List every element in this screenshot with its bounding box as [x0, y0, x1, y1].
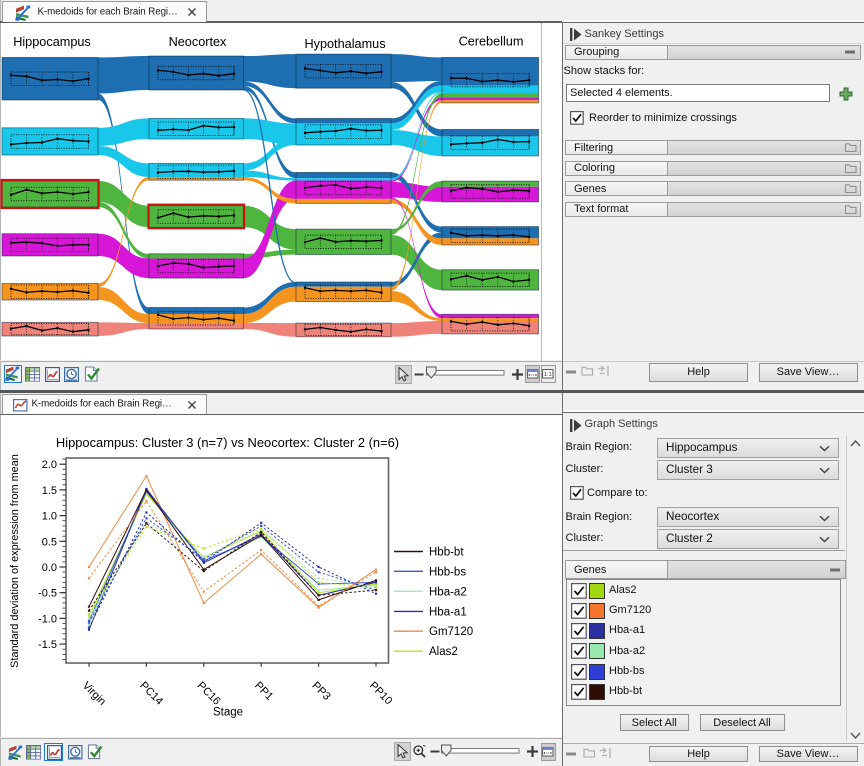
svg-text:Standard deviation of expressi: Standard deviation of expression from me…	[9, 454, 21, 668]
svg-text:1:1: 1:1	[544, 372, 552, 378]
svg-text:Stage: Stage	[213, 707, 243, 719]
svg-text:PP1: PP1	[252, 680, 275, 703]
svg-text:Neocortex: Neocortex	[169, 34, 227, 48]
svg-text:Virgin: Virgin	[80, 680, 108, 708]
svg-text:Hba-a2: Hba-a2	[429, 586, 467, 598]
svg-text:Hbb-bt: Hbb-bt	[429, 547, 464, 559]
svg-text:Alas2: Alas2	[429, 646, 458, 658]
svg-text:0.0: 0.0	[42, 562, 57, 574]
svg-text:Hbb-bs: Hbb-bs	[429, 566, 466, 578]
svg-text:1.0: 1.0	[42, 511, 57, 523]
svg-text:0.5: 0.5	[42, 536, 57, 548]
svg-text:Hypothalamus: Hypothalamus	[304, 36, 385, 50]
svg-text:PP10: PP10	[367, 680, 395, 708]
svg-text:-1.5: -1.5	[38, 639, 57, 651]
svg-text:Hba-a1: Hba-a1	[429, 607, 467, 619]
svg-text:PC16: PC16	[195, 680, 223, 708]
svg-text:1.5: 1.5	[42, 485, 57, 497]
svg-text:Gm7120: Gm7120	[429, 626, 473, 638]
svg-text:Hippocampus: Cluster 3 (n=7) v: Hippocampus: Cluster 3 (n=7) vs Neocorte…	[56, 435, 399, 450]
svg-text:PP3: PP3	[309, 680, 332, 703]
svg-text:-1.0: -1.0	[38, 614, 57, 626]
svg-text:-0.5: -0.5	[38, 588, 57, 600]
svg-text:Cerebellum: Cerebellum	[459, 34, 524, 48]
svg-text:2.0: 2.0	[42, 459, 57, 471]
svg-text:PC14: PC14	[137, 680, 165, 708]
svg-text:Hippocampus: Hippocampus	[13, 34, 91, 48]
